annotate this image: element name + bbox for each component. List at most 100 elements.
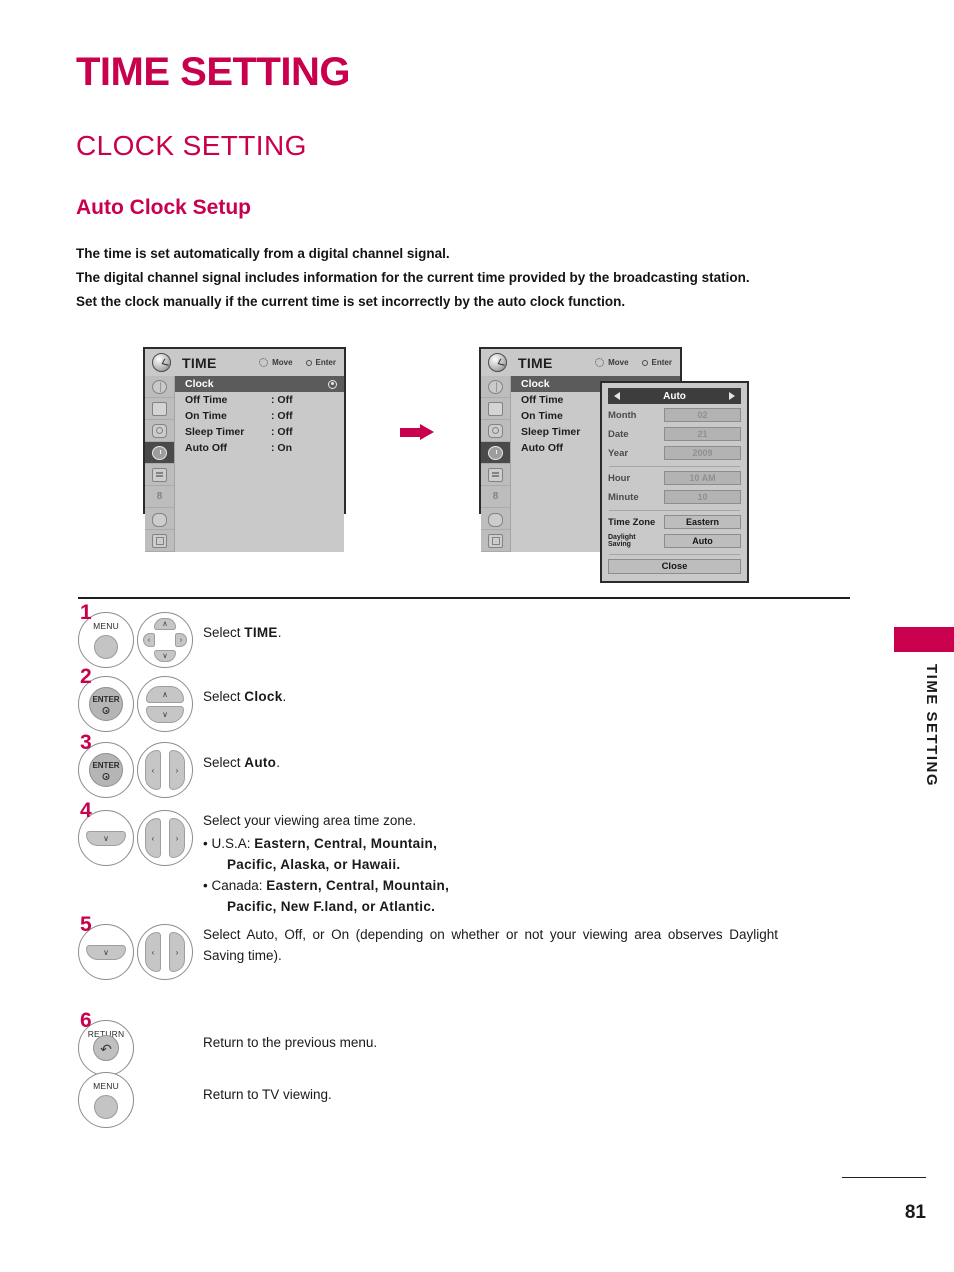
step-text: Return to TV viewing. [203, 1087, 332, 1102]
field-daylight-saving[interactable]: Daylight Saving Auto [608, 533, 741, 549]
menu-item-auto-off[interactable]: Auto Off : On [175, 440, 344, 456]
rail-item-lock[interactable] [145, 464, 174, 486]
field-label: Year [608, 447, 629, 459]
menu-button[interactable]: MENU [78, 1072, 134, 1128]
return-arrow-icon [93, 1035, 119, 1061]
left-arrow-icon[interactable]: ‹ [145, 932, 161, 972]
field-label: Month [608, 409, 637, 421]
left-right-button[interactable]: ‹ › [137, 810, 193, 866]
field-minute[interactable]: Minute 10 [608, 489, 741, 505]
rail-item-audio[interactable] [481, 420, 510, 442]
down-arrow-icon[interactable]: ∨ [86, 831, 126, 846]
menu-item-label: Clock [185, 378, 214, 390]
menu-item-value: : On [271, 442, 292, 454]
field-value: Auto [664, 534, 741, 548]
dpad-left-icon[interactable]: ‹ [143, 633, 155, 647]
menu-item-clock[interactable]: Clock [175, 376, 344, 392]
down-arrow-icon[interactable]: ∨ [146, 706, 184, 723]
side-tab-label: TIME SETTING [923, 664, 940, 787]
right-arrow-icon[interactable]: › [169, 818, 185, 858]
rail-item-option[interactable]: 8 [481, 486, 510, 508]
screen-icon [152, 402, 167, 416]
rail-item-lock[interactable] [481, 464, 510, 486]
menu-item-label: Clock [521, 378, 550, 390]
rail-item-picture[interactable] [481, 376, 510, 398]
up-arrow-icon[interactable]: ∧ [146, 686, 184, 703]
field-time-zone[interactable]: Time Zone Eastern [608, 514, 741, 530]
menu-body: 8 Clock Off Time : Off On Time : Off Sle… [145, 376, 344, 552]
left-right-button[interactable]: ‹ › [137, 924, 193, 980]
clock-mode-selector[interactable]: Auto [608, 388, 741, 404]
menu-item-on-time[interactable]: On Time : Off [175, 408, 344, 424]
menu-item-label: Off Time [521, 394, 564, 406]
menu-nav-hint: Move Enter [259, 358, 336, 367]
globe-icon [152, 379, 167, 394]
field-label: Hour [608, 472, 631, 484]
step-number: 1 [80, 601, 92, 624]
gear-icon [488, 423, 503, 438]
rail-item-option[interactable]: 8 [145, 486, 174, 508]
step-4: 4 ∨ ‹ › Select your viewing area time zo… [78, 800, 778, 918]
button-knob [94, 1095, 118, 1119]
rail-item-usb[interactable] [481, 508, 510, 530]
menu-item-off-time[interactable]: Off Time : Off [175, 392, 344, 408]
field-month[interactable]: Month 02 [608, 407, 741, 423]
clock-mode-label: Auto [663, 390, 686, 402]
rail-item-time[interactable] [145, 442, 174, 464]
step-number: 2 [80, 665, 92, 688]
usb-icon [152, 513, 167, 527]
right-arrow-icon[interactable]: › [169, 750, 185, 790]
menu-item-label: Sleep Timer [521, 426, 581, 438]
menu-item-sleep-timer[interactable]: Sleep Timer : Off [175, 424, 344, 440]
dpad-up-icon[interactable]: ∧ [154, 618, 176, 630]
dpad-right-icon[interactable]: › [175, 633, 187, 647]
enter-dot-icon [305, 359, 312, 366]
down-arrow-icon[interactable]: ∨ [86, 945, 126, 960]
close-button[interactable]: Close [608, 559, 741, 574]
chevron-left-icon[interactable] [614, 392, 620, 400]
rail-item-setup[interactable] [145, 530, 174, 552]
setup-icon [152, 533, 167, 548]
field-value: 10 AM [664, 471, 741, 485]
hint-enter-label: Enter [315, 358, 336, 367]
dpad-button[interactable]: ∧ ∨ ‹ › [137, 612, 193, 668]
bullet-line2: Pacific, New F.land, or Atlantic. [227, 899, 436, 914]
menu-item-label: Auto Off [185, 442, 227, 454]
left-arrow-icon[interactable]: ‹ [145, 818, 161, 858]
bullet-line1: Eastern, Central, Mountain, [266, 878, 450, 893]
dpad-down-icon[interactable]: ∨ [154, 650, 176, 662]
menu-header: TIME Move Enter [145, 349, 344, 376]
field-hour[interactable]: Hour 10 AM [608, 470, 741, 486]
step-text-suffix: . [276, 755, 280, 770]
rail-item-setup[interactable] [481, 530, 510, 552]
step-text: Select Auto, Off, or On (depending on wh… [203, 927, 778, 963]
number-icon: 8 [492, 490, 499, 502]
left-arrow-icon[interactable]: ‹ [145, 750, 161, 790]
step-6: 6 RETURN Return to the previous menu. [78, 1010, 778, 1076]
number-icon: 8 [156, 490, 163, 502]
step-text: Return to the previous menu. [203, 1035, 378, 1050]
rail-item-time[interactable] [481, 442, 510, 464]
right-arrow-icon[interactable]: › [169, 932, 185, 972]
rail-item-screen[interactable] [145, 398, 174, 420]
field-year[interactable]: Year 2009 [608, 445, 741, 461]
rail-item-usb[interactable] [145, 508, 174, 530]
button-knob [89, 687, 123, 721]
step-text-bold: Clock [244, 689, 283, 704]
step-buttons: ∨ ‹ › [78, 804, 203, 866]
up-down-button[interactable]: ∧ ∨ [137, 676, 193, 732]
enter-button-label: ENTER [92, 761, 120, 770]
globe-icon [488, 379, 503, 394]
rail-item-screen[interactable] [481, 398, 510, 420]
step-number: 5 [80, 913, 92, 936]
rail-item-audio[interactable] [145, 420, 174, 442]
step-text-prefix: Select [203, 689, 245, 704]
chevron-right-icon[interactable] [729, 392, 735, 400]
step-text: Select your viewing area time zone. U.S.… [203, 804, 778, 917]
page-number-rule [842, 1176, 926, 1178]
rail-item-picture[interactable] [145, 376, 174, 398]
step-text-bold: TIME [244, 625, 278, 640]
left-right-button[interactable]: ‹ › [137, 742, 193, 798]
field-label-line1: Daylight [608, 533, 636, 541]
field-date[interactable]: Date 21 [608, 426, 741, 442]
